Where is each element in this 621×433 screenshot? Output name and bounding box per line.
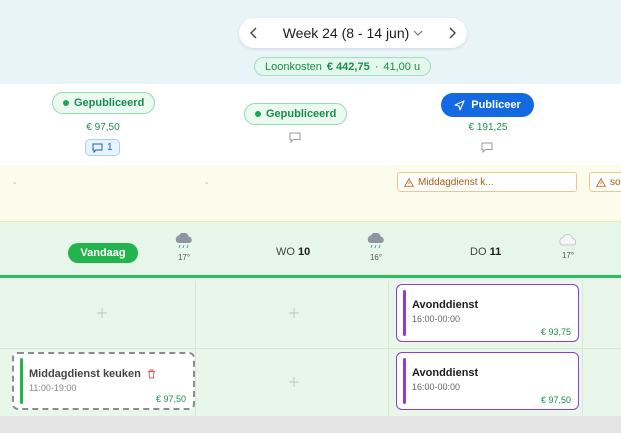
temperature: 16° bbox=[369, 253, 383, 262]
grid-column-divider bbox=[388, 281, 389, 416]
labor-cost-badge: Loonkosten € 442,75 · 41,00 u bbox=[254, 57, 432, 76]
day-header-row: Vandaag 17° WO 10 16° DO 11 17° bbox=[0, 222, 621, 278]
grid-column-divider bbox=[582, 281, 583, 416]
warnings-row: - - Middagdienst k... so bbox=[0, 165, 621, 222]
prev-week-button[interactable] bbox=[239, 18, 269, 48]
send-icon bbox=[454, 99, 465, 111]
add-shift-button[interactable] bbox=[289, 377, 299, 387]
no-warning-dash: - bbox=[13, 178, 17, 189]
warning-text: so bbox=[610, 176, 621, 188]
shift-title: Avonddienst bbox=[412, 367, 479, 379]
horizontal-scrollbar[interactable] bbox=[0, 416, 621, 433]
shift-color-bar bbox=[20, 358, 23, 404]
day-number: 11 bbox=[489, 246, 502, 258]
cloud-icon bbox=[559, 234, 577, 246]
shift-title-row: Middagdienst keuken bbox=[29, 368, 156, 380]
temperature: 17° bbox=[561, 251, 575, 260]
week-selector[interactable]: Week 24 (8 - 14 jun) bbox=[269, 25, 437, 41]
comment-icon[interactable] bbox=[289, 132, 301, 143]
day-number: 10 bbox=[298, 246, 311, 258]
shift-cost: € 93,75 bbox=[540, 327, 571, 337]
grid-row-divider bbox=[0, 348, 621, 349]
shift-grid: Avonddienst 16:00-00:00 € 93,75 Middagdi… bbox=[0, 281, 621, 416]
warning-icon bbox=[404, 177, 414, 187]
shift-time: 16:00-00:00 bbox=[412, 382, 461, 392]
next-week-button[interactable] bbox=[437, 18, 467, 48]
labor-cost-label: Loonkosten bbox=[265, 60, 322, 73]
labor-cost-hours: 41,00 u bbox=[383, 60, 421, 73]
add-shift-button[interactable] bbox=[97, 308, 107, 318]
weather-forecast: 16° bbox=[363, 232, 389, 262]
warning-text: Middagdienst k... bbox=[418, 176, 494, 188]
shift-card[interactable]: Avonddienst 16:00-00:00 € 97,50 bbox=[396, 352, 579, 410]
no-warning-dash: - bbox=[205, 178, 209, 189]
status-badge-published[interactable]: Gepubliceerd bbox=[244, 103, 348, 125]
status-dot bbox=[255, 111, 261, 117]
warning-icon bbox=[596, 177, 606, 187]
labor-cost-amount: € 442,75 bbox=[326, 60, 370, 73]
trash-icon[interactable] bbox=[147, 369, 156, 379]
shift-color-bar bbox=[403, 290, 406, 336]
comment-count-button[interactable]: 1 bbox=[85, 139, 120, 156]
warning-badge[interactable]: so bbox=[589, 172, 621, 192]
day-label-wo[interactable]: WO 10 bbox=[276, 246, 310, 258]
weather-forecast: 17° bbox=[555, 233, 581, 260]
add-shift-button[interactable] bbox=[289, 308, 299, 318]
comment-icon[interactable] bbox=[481, 142, 493, 153]
shift-time: 11:00-19:00 bbox=[29, 383, 77, 393]
grid-column-divider bbox=[195, 281, 196, 416]
weather-forecast: 17° bbox=[171, 232, 197, 262]
shift-title: Middagdienst keuken bbox=[29, 368, 141, 380]
shift-time: 16:00-00:00 bbox=[412, 314, 461, 324]
chevron-right-icon bbox=[449, 27, 456, 39]
labor-cost-separator: · bbox=[374, 60, 379, 73]
temperature: 17° bbox=[177, 253, 191, 262]
draft-shift-card[interactable]: Middagdienst keuken 11:00-19:00 € 97,50 bbox=[12, 352, 195, 410]
comment-icon bbox=[92, 143, 103, 153]
day-name: WO bbox=[276, 246, 295, 258]
rain-cloud-icon bbox=[175, 232, 192, 249]
week-label: Week 24 (8 - 14 jun) bbox=[282, 25, 410, 41]
shift-title: Avonddienst bbox=[412, 299, 479, 311]
shift-cost: € 97,50 bbox=[155, 394, 186, 404]
status-dot bbox=[63, 100, 69, 106]
day-label-do[interactable]: DO 11 bbox=[470, 246, 501, 258]
warning-badge[interactable]: Middagdienst k... bbox=[397, 172, 577, 192]
today-badge[interactable]: Vandaag bbox=[68, 243, 138, 263]
chevron-down-icon bbox=[413, 30, 423, 36]
chevron-left-icon bbox=[250, 27, 257, 39]
shift-cost: € 97,50 bbox=[540, 395, 571, 405]
week-header: Week 24 (8 - 14 jun) Loonkosten € 442,75… bbox=[0, 0, 621, 84]
status-label: Gepubliceerd bbox=[74, 97, 145, 109]
comment-count: 1 bbox=[107, 142, 113, 153]
day-cost: € 97,50 bbox=[86, 122, 120, 133]
status-badge-published[interactable]: Gepubliceerd bbox=[52, 92, 156, 114]
day-cost: € 191,25 bbox=[468, 122, 508, 133]
publish-button[interactable]: Publiceer bbox=[441, 93, 534, 117]
rain-cloud-icon bbox=[367, 232, 384, 249]
shift-color-bar bbox=[403, 358, 406, 404]
shift-card[interactable]: Avonddienst 16:00-00:00 € 93,75 bbox=[396, 284, 579, 342]
publish-label: Publiceer bbox=[471, 99, 521, 111]
day-name: DO bbox=[470, 246, 487, 258]
week-navigator: Week 24 (8 - 14 jun) bbox=[239, 18, 467, 48]
publish-status-row: Gepubliceerd € 97,50 1 Gepubliceerd Publ… bbox=[0, 84, 621, 165]
weather-partial-icon bbox=[0, 235, 3, 245]
status-label: Gepubliceerd bbox=[266, 108, 337, 120]
